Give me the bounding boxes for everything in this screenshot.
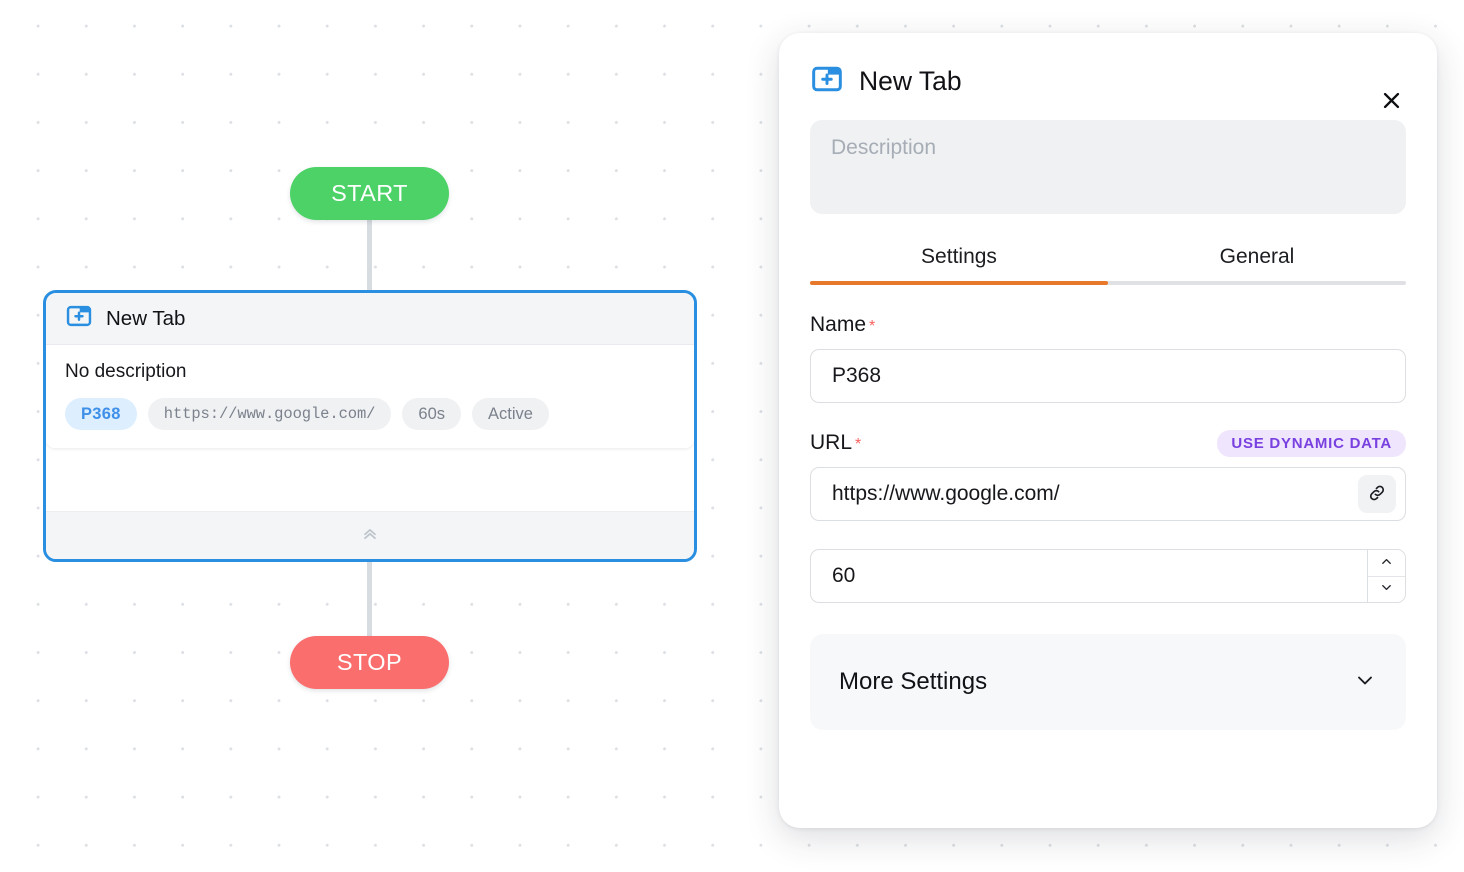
new-tab-icon — [810, 62, 844, 101]
link-icon — [1367, 483, 1387, 506]
more-settings-accordion[interactable]: More Settings — [810, 634, 1406, 730]
description-input[interactable] — [810, 120, 1406, 214]
name-label: Name — [810, 313, 867, 336]
start-node-label: START — [331, 180, 408, 206]
node-settings-panel: New Tab Settings General Name* URL* USE … — [779, 33, 1437, 828]
new-tab-icon — [65, 302, 93, 335]
chip-status: Active — [472, 398, 549, 430]
url-label-group: URL * — [810, 431, 861, 455]
name-input-wrap — [810, 349, 1406, 403]
name-label-group: Name * — [810, 313, 875, 337]
chip-profile: P368 — [65, 398, 137, 430]
timeout-increment-button[interactable] — [1368, 550, 1405, 576]
url-label: URL — [810, 431, 853, 454]
name-required-marker: * — [869, 318, 876, 335]
panel-tabs: Settings General — [810, 239, 1406, 285]
name-input[interactable] — [810, 349, 1406, 403]
stop-node-label: STOP — [336, 649, 403, 675]
panel-header: New Tab — [810, 61, 1406, 101]
timeout-stepper — [1367, 550, 1405, 602]
url-link-button[interactable] — [1358, 475, 1396, 513]
new-tab-node-card: New Tab No description P368 https://www.… — [46, 293, 694, 448]
chevron-down-icon — [1353, 668, 1377, 697]
url-field-label-row: URL * USE DYNAMIC DATA — [810, 429, 1406, 457]
tab-general[interactable]: General — [1108, 239, 1406, 285]
start-node[interactable]: START — [290, 167, 449, 220]
chevrons-up-icon — [360, 523, 380, 548]
name-field-label-row: Name * — [810, 312, 1406, 338]
stop-node[interactable]: STOP — [290, 636, 449, 689]
timeout-field — [810, 549, 1406, 603]
timeout-decrement-button[interactable] — [1368, 575, 1405, 602]
new-tab-node[interactable]: New Tab No description P368 https://www.… — [43, 290, 697, 562]
url-input-wrap — [810, 467, 1406, 521]
new-tab-node-body: No description P368 https://www.google.c… — [46, 345, 694, 448]
new-tab-node-description: No description — [65, 361, 187, 382]
chevron-up-icon — [1379, 554, 1394, 572]
close-panel-button[interactable] — [1374, 85, 1408, 119]
chip-url: https://www.google.com/ — [147, 398, 392, 430]
new-tab-node-chips: P368 https://www.google.com/ 60s Active — [65, 398, 675, 430]
tab-active-indicator — [810, 281, 1108, 285]
timeout-input[interactable] — [810, 549, 1406, 603]
new-tab-node-header: New Tab — [46, 293, 694, 345]
chip-timeout: 60s — [402, 398, 461, 430]
url-input[interactable] — [810, 467, 1406, 521]
new-tab-node-collapse-bar[interactable] — [46, 511, 694, 559]
more-settings-label: More Settings — [839, 668, 988, 695]
use-dynamic-data-button[interactable]: USE DYNAMIC DATA — [1217, 429, 1406, 457]
chevron-down-icon — [1379, 580, 1394, 598]
url-required-marker: * — [855, 436, 862, 453]
new-tab-node-title: New Tab — [106, 306, 186, 330]
close-icon — [1380, 89, 1403, 115]
tab-settings[interactable]: Settings — [810, 239, 1108, 285]
edge-node-to-stop — [367, 561, 372, 641]
edge-start-to-node — [367, 219, 372, 297]
panel-title: New Tab — [859, 65, 962, 96]
